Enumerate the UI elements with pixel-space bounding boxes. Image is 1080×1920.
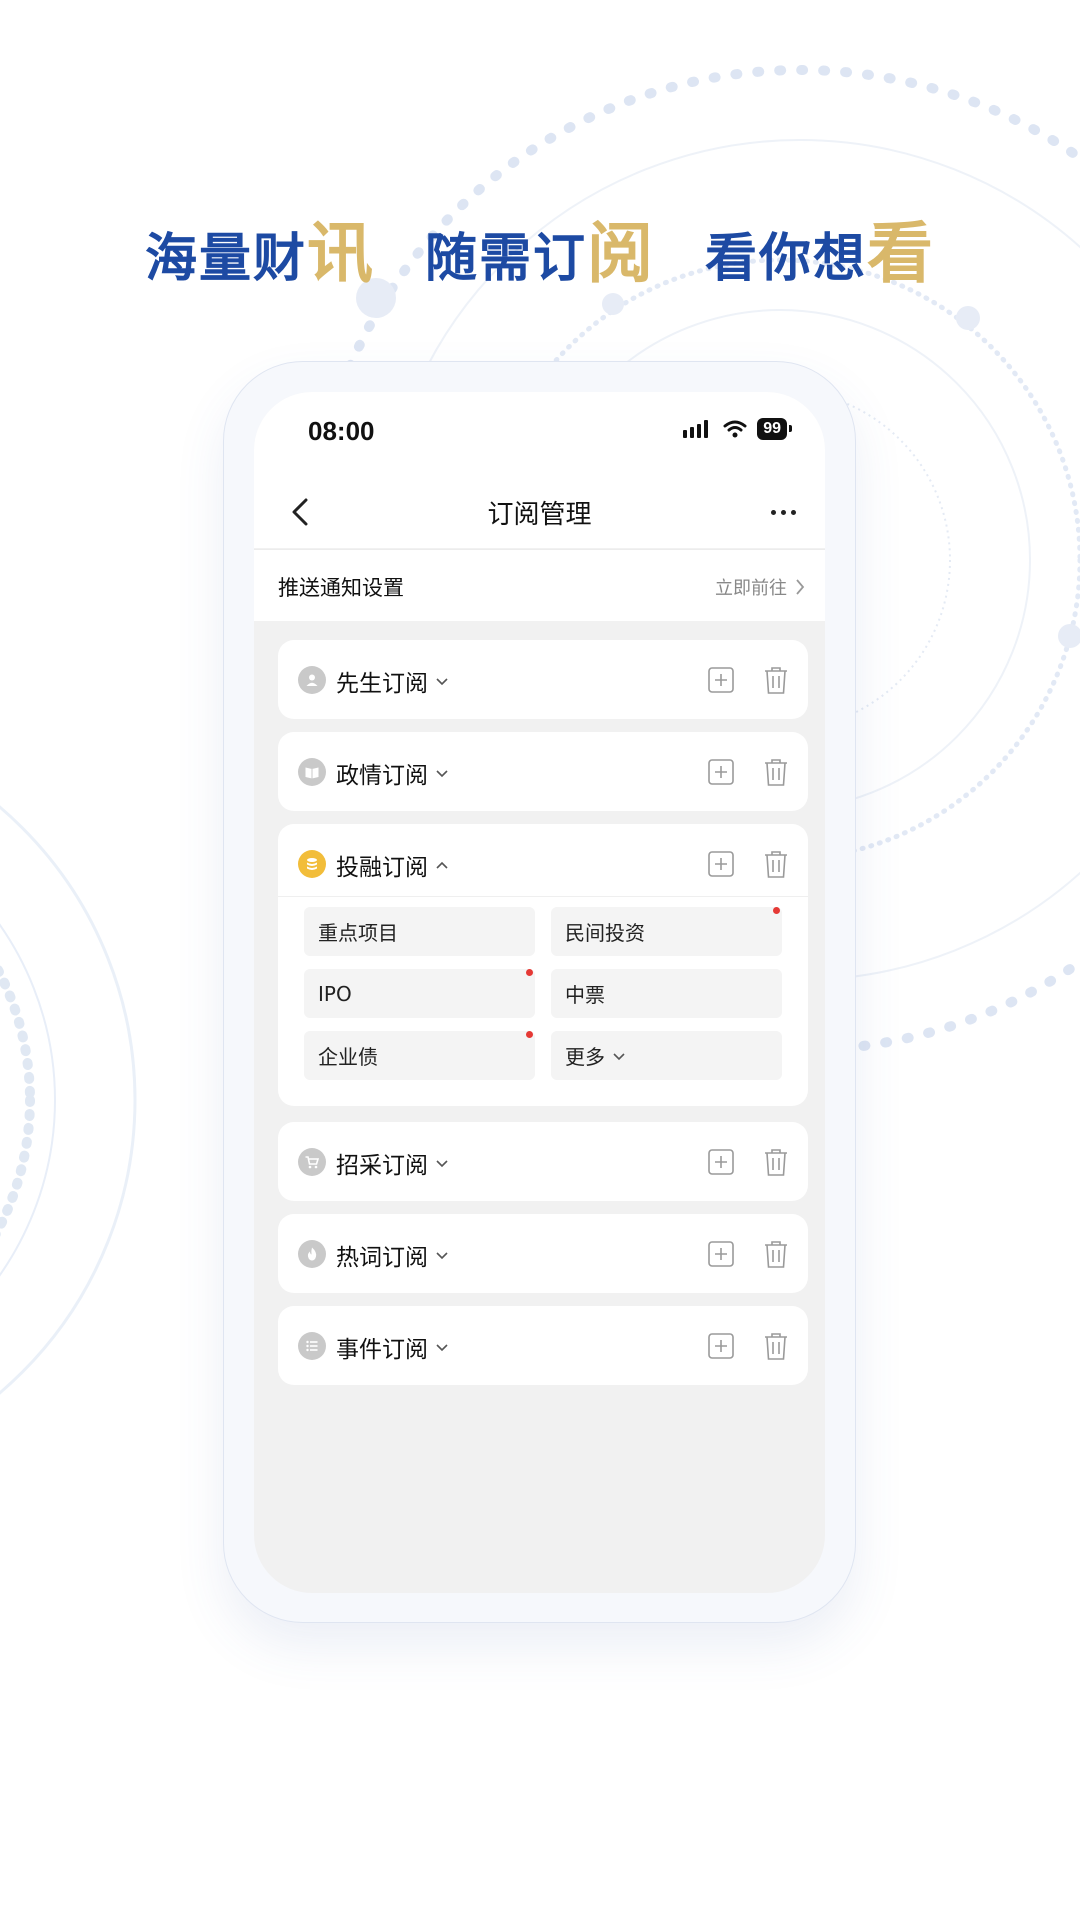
subscription-name: 先生订阅 [336,671,428,697]
chevron-down-icon [613,1052,625,1060]
list-icon [298,1332,326,1360]
headline-phrase-3: 看你想看 [705,214,936,292]
add-icon[interactable] [708,851,734,877]
headline-phrase-2: 随需订阅 [424,214,655,292]
more-chip[interactable]: 更多 [551,1031,782,1080]
subscription-chip[interactable]: 民间投资 [551,907,782,956]
trash-icon[interactable] [762,665,790,695]
push-settings-label: 推送通知设置 [278,576,404,600]
add-icon[interactable] [708,1241,734,1267]
page-title: 订阅管理 [487,500,592,530]
chevron-down-icon [436,678,448,686]
coins-icon [298,850,326,878]
phone-screen: 08:00 99 订阅管理 推送通知设置 立即前往 先生订阅 政情订阅 投融订阅… [254,392,825,1593]
chevron-up-icon [436,861,448,869]
trash-icon[interactable] [762,757,790,787]
subscription-card: 政情订阅 [278,732,808,811]
nav-bar: 订阅管理 [254,476,825,548]
subscription-card: 热词订阅 [278,1214,808,1293]
subscription-name: 热词订阅 [336,1245,428,1271]
unread-dot [526,1031,533,1038]
subscription-name: 投融订阅 [336,855,428,881]
unread-dot [526,969,533,976]
headline: 海量财讯 随需订阅 看你想看 [0,200,1080,296]
push-settings-row[interactable]: 推送通知设置 立即前往 [254,549,825,621]
subscription-items: 重点项目 民间投资 IPO 中票 企业债 更多 [278,896,808,1106]
chevron-down-icon [436,1252,448,1260]
subscription-name: 事件订阅 [336,1337,428,1363]
subscription-card: 招采订阅 [278,1122,808,1201]
trash-icon[interactable] [762,1239,790,1269]
subscription-name: 招采订阅 [336,1153,428,1179]
subscription-chip[interactable]: 企业债 [304,1031,535,1080]
chevron-down-icon [436,1344,448,1352]
subscription-chip[interactable]: IPO [304,969,535,1018]
headline-phrase-1: 海量财讯 [144,214,375,292]
more-dots-icon [770,509,776,515]
trash-icon[interactable] [762,1331,790,1361]
unread-dot [773,907,780,914]
chevron-right-icon [796,579,805,595]
trash-icon[interactable] [762,1147,790,1177]
signal-icon [683,420,709,438]
flame-icon [298,1240,326,1268]
subscription-card: 先生订阅 [278,640,808,719]
add-icon[interactable] [708,1149,734,1175]
subscription-header[interactable]: 招采订阅 [278,1122,808,1201]
add-icon[interactable] [708,1333,734,1359]
status-time: 08:00 [308,416,375,446]
subscription-card: 事件订阅 [278,1306,808,1385]
chevron-down-icon [436,770,448,778]
more-button[interactable] [761,492,805,532]
subscription-header[interactable]: 政情订阅 [278,732,808,811]
wifi-icon [723,420,747,438]
cart-icon [298,1148,326,1176]
phone-frame: 08:00 99 订阅管理 推送通知设置 立即前往 先生订阅 政情订阅 投融订阅… [223,361,856,1623]
person-icon [298,666,326,694]
subscription-name: 政情订阅 [336,763,428,789]
subscription-header[interactable]: 投融订阅 [278,824,808,896]
add-icon[interactable] [708,667,734,693]
book-icon [298,758,326,786]
chevron-down-icon [436,1160,448,1168]
trash-icon[interactable] [762,849,790,879]
subscription-header[interactable]: 事件订阅 [278,1306,808,1385]
push-settings-link[interactable]: 立即前往 [715,574,805,600]
subscription-chip[interactable]: 中票 [551,969,782,1018]
status-bar: 08:00 99 [254,392,825,476]
battery-indicator: 99 [757,418,792,440]
subscription-header[interactable]: 热词订阅 [278,1214,808,1293]
add-icon[interactable] [708,759,734,785]
subscription-header[interactable]: 先生订阅 [278,640,808,719]
subscription-chip[interactable]: 重点项目 [304,907,535,956]
status-icons: 99 [683,418,792,440]
subscription-card-expanded: 投融订阅 重点项目 民间投资 IPO 中票 企业债 更多 [278,824,808,1106]
